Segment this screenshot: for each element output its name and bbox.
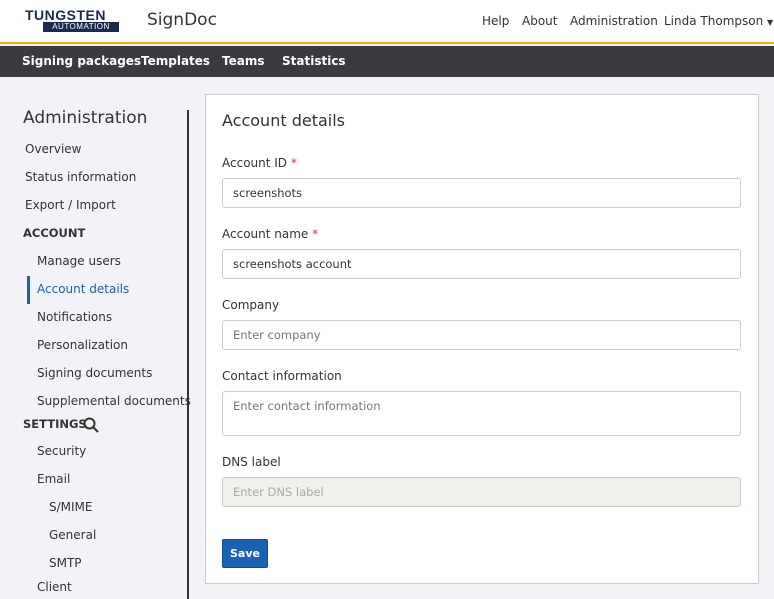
- dns-label: DNS label: [222, 455, 281, 469]
- dns-label-input: [222, 477, 741, 507]
- company-label: Company: [222, 298, 280, 312]
- account-id-label: Account ID *: [222, 156, 297, 170]
- sidebar-item-client[interactable]: Client: [37, 580, 72, 594]
- account-id-input[interactable]: [222, 178, 741, 208]
- nav-statistics[interactable]: Statistics: [282, 54, 346, 68]
- administration-link[interactable]: Administration: [570, 14, 658, 28]
- about-link[interactable]: About: [522, 14, 557, 28]
- account-name-label: Account name *: [222, 227, 319, 241]
- sidebar-item-notifications[interactable]: Notifications: [37, 310, 112, 324]
- sidebar-item-supplemental-documents[interactable]: Supplemental documents: [37, 394, 191, 408]
- sidebar-title: Administration: [23, 108, 148, 128]
- user-menu[interactable]: Linda Thompson ▼: [664, 14, 773, 28]
- sidebar-item-email[interactable]: Email: [37, 472, 70, 486]
- sidebar-item-security[interactable]: Security: [37, 444, 86, 458]
- sidebar-item-signing-documents[interactable]: Signing documents: [37, 366, 152, 380]
- sidebar-divider: [187, 110, 189, 599]
- main-nav: Signing packages Templates Teams Statist…: [0, 46, 774, 77]
- page-title: Account details: [222, 111, 345, 130]
- company-input[interactable]: [222, 320, 741, 350]
- sidebar-header-account: ACCOUNT: [23, 226, 86, 240]
- save-button[interactable]: Save: [222, 539, 268, 568]
- active-indicator: [27, 276, 30, 304]
- sidebar-item-status[interactable]: Status information: [25, 170, 136, 184]
- sidebar-item-overview[interactable]: Overview: [25, 142, 82, 156]
- sidebar-item-export-import[interactable]: Export / Import: [25, 198, 116, 212]
- sidebar-header-settings: SETTINGS: [23, 417, 87, 431]
- nav-teams[interactable]: Teams: [222, 54, 264, 68]
- logo[interactable]: TUNGSTEN AUTOMATION: [25, 8, 119, 32]
- account-details-card: Account details Account ID * Account nam…: [205, 94, 759, 584]
- sidebar-item-general[interactable]: General: [49, 528, 96, 542]
- sidebar-item-smtp[interactable]: SMTP: [49, 556, 82, 570]
- sidebar-item-smime[interactable]: S/MIME: [49, 500, 93, 514]
- contact-label: Contact information: [222, 369, 342, 383]
- sidebar-item-manage-users[interactable]: Manage users: [37, 254, 121, 268]
- caret-down-icon: ▼: [767, 18, 774, 27]
- contact-textarea[interactable]: [222, 391, 741, 436]
- nav-signing-packages[interactable]: Signing packages: [22, 54, 141, 68]
- nav-templates[interactable]: Templates: [141, 54, 210, 68]
- account-name-input[interactable]: [222, 249, 741, 279]
- sidebar-item-personalization[interactable]: Personalization: [37, 338, 128, 352]
- header: TUNGSTEN AUTOMATION SignDoc Help About A…: [0, 0, 774, 44]
- search-icon[interactable]: [83, 417, 99, 433]
- help-link[interactable]: Help: [482, 14, 509, 28]
- sidebar-item-account-details[interactable]: Account details: [37, 282, 129, 296]
- app-name: SignDoc: [147, 10, 217, 30]
